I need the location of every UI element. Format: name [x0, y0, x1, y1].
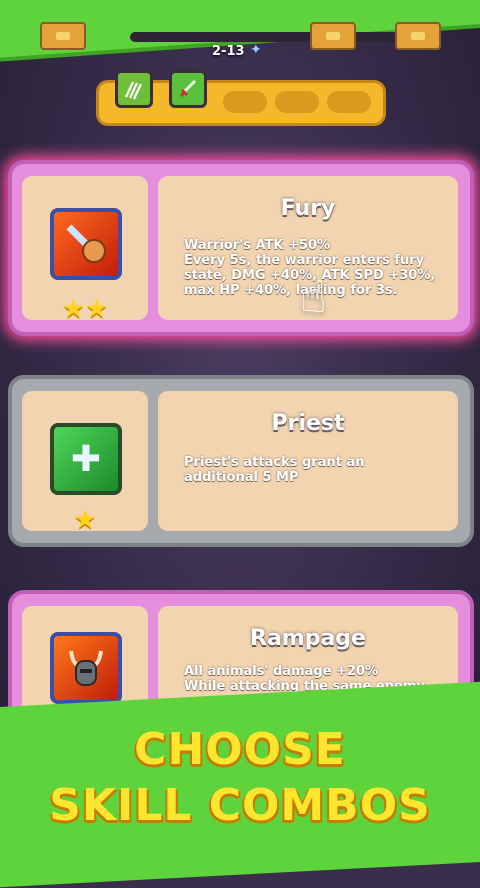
skill-name: Priest [271, 411, 345, 436]
stage-label: 2-13 [212, 44, 245, 59]
sword-icon [169, 70, 207, 108]
cross-icon: ✚ [50, 423, 122, 495]
wing-icon: ✦ [250, 42, 262, 58]
skill-card-icon-panel: ★★ [22, 176, 148, 324]
stage-progress-track [130, 32, 410, 42]
skill-name: Fury [280, 196, 336, 221]
pointing-hand-icon: ☝ [300, 272, 327, 323]
stage-progress-hud: 2-13 ✦ [40, 22, 480, 59]
fist-sword-icon [50, 208, 122, 280]
empty-skill-slot [223, 91, 267, 113]
skill-slot-bar [96, 70, 386, 126]
skill-card-priest[interactable]: ✚ ★ Priest Priest's attacks grant an add… [8, 375, 474, 547]
skill-description: Priest's attacks grant an additional 5 M… [184, 455, 365, 485]
empty-skill-slot [275, 91, 319, 113]
star-rating: ★★ [61, 294, 109, 324]
claw-icon [115, 70, 153, 108]
skill-card-text-panel: Priest Priest's attacks grant an additio… [158, 391, 458, 531]
skill-name: Rampage [250, 626, 366, 651]
star-rating: ★ [73, 505, 97, 535]
chest-icon[interactable] [40, 22, 86, 50]
chest-icon[interactable] [395, 22, 441, 50]
empty-skill-slot [327, 91, 371, 113]
chest-icon[interactable] [310, 22, 356, 50]
skill-card-icon-panel: ✚ ★ [22, 391, 148, 535]
headline-line-2: SKILL COMBOS [49, 780, 431, 831]
headline-line-1: CHOOSE [134, 724, 346, 775]
horned-helmet-icon [50, 632, 122, 704]
skill-card-fury[interactable]: ★★ Fury Warrior's ATK +50% Every 5s, the… [8, 160, 474, 336]
